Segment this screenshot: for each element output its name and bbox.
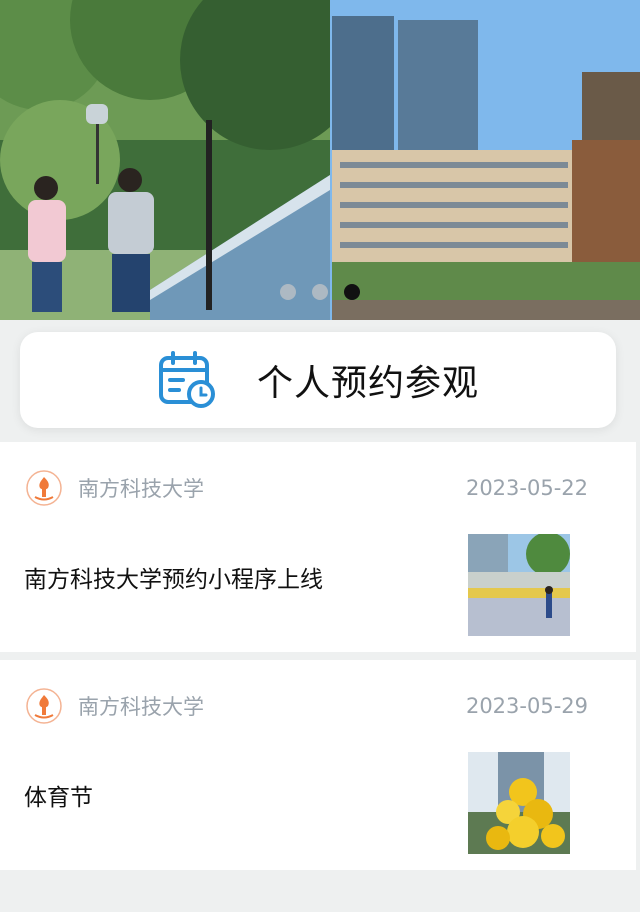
carousel-dot[interactable] <box>312 284 328 300</box>
banner-carousel[interactable] <box>0 0 640 320</box>
yellow-flowers-image <box>468 752 570 854</box>
news-header: 南方科技大学 2023-05-29 <box>26 686 588 726</box>
campus-sign-image <box>468 534 570 636</box>
banner-image <box>0 0 640 320</box>
carousel-dot-active[interactable] <box>344 284 360 300</box>
news-date: 2023-05-22 <box>465 476 588 500</box>
news-source: 南方科技大学 <box>78 695 204 719</box>
news-card[interactable]: 南方科技大学 2023-05-22 南方科技大学预约小程序上线 <box>0 442 636 652</box>
calendar-clock-icon <box>158 351 215 408</box>
news-header: 南方科技大学 2023-05-22 <box>26 468 588 508</box>
personal-visit-label: 个人预约参观 <box>256 363 479 404</box>
news-title[interactable]: 体育节 <box>24 778 93 812</box>
news-card[interactable]: 南方科技大学 2023-05-29 体育节 <box>0 660 636 870</box>
personal-visit-button[interactable]: 个人预约参观 <box>20 332 616 428</box>
news-thumbnail[interactable] <box>468 534 570 636</box>
news-source: 南方科技大学 <box>78 477 204 501</box>
news-title[interactable]: 南方科技大学预约小程序上线 <box>24 560 323 594</box>
university-logo-icon <box>26 470 62 506</box>
carousel-dot[interactable] <box>280 284 296 300</box>
news-date: 2023-05-29 <box>465 694 588 718</box>
news-thumbnail[interactable] <box>468 752 570 854</box>
university-logo-icon <box>26 688 62 724</box>
carousel-dots <box>280 284 360 300</box>
